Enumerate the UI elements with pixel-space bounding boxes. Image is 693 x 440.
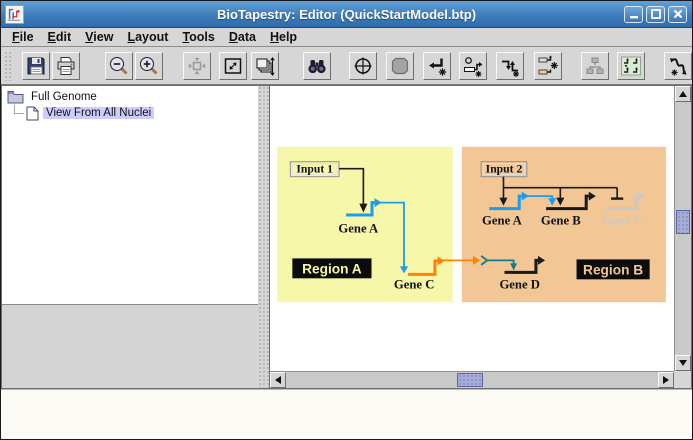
gene-d-region-b-label: Gene D bbox=[499, 277, 539, 291]
region-b-label-box[interactable]: Region B bbox=[576, 259, 650, 280]
main-content: Full Genome View From All Nuclei Input 1… bbox=[1, 85, 692, 389]
zoom-in-button[interactable] bbox=[135, 51, 163, 80]
tree-item-label[interactable]: Full Genome bbox=[28, 91, 100, 103]
add-node-button[interactable] bbox=[496, 51, 524, 80]
vertical-scroll-track[interactable] bbox=[675, 102, 691, 355]
region-a-label-box[interactable]: Region A bbox=[292, 258, 372, 279]
gene-c-region-a-label: Gene C bbox=[394, 277, 434, 291]
search-button[interactable] bbox=[303, 51, 331, 80]
network-diagram: Input 1 Gene A Gene C Gene D Input 2 Gen… bbox=[277, 146, 666, 303]
right-arrow-icon bbox=[663, 376, 669, 384]
close-button[interactable] bbox=[668, 5, 687, 23]
gene-b-region-b-label: Gene B bbox=[541, 214, 581, 228]
input-2-node[interactable]: Input 2 bbox=[480, 161, 528, 178]
app-window: BioTapestry: Editor (QuickStartModel.btp… bbox=[0, 0, 693, 440]
horizontal-scroll-track[interactable] bbox=[286, 372, 658, 388]
minimize-icon bbox=[629, 16, 638, 19]
document-icon bbox=[26, 106, 39, 120]
model-tree-panel: Full Genome View From All Nuclei bbox=[1, 85, 258, 389]
vertical-scrollbar[interactable] bbox=[674, 86, 691, 371]
search-icon bbox=[308, 59, 326, 73]
tree-elbow-line bbox=[14, 105, 24, 114]
zoom-in-icon bbox=[140, 56, 158, 75]
minimize-button[interactable] bbox=[624, 5, 643, 23]
vertical-scroll-thumb[interactable] bbox=[676, 210, 690, 234]
title-bar[interactable]: BioTapestry: Editor (QuickStartModel.btp… bbox=[1, 1, 692, 28]
cancel-add-icon bbox=[391, 57, 409, 74]
menu-data[interactable]: Data bbox=[222, 29, 263, 45]
print-icon bbox=[57, 56, 75, 75]
left-arrow-icon bbox=[275, 376, 281, 384]
gene-c-region-b-label: Gene C bbox=[602, 214, 642, 228]
tree-item-label[interactable]: View From All Nuclei bbox=[43, 107, 155, 119]
down-arrow-icon bbox=[679, 360, 687, 366]
model-hierarchy-button bbox=[581, 51, 609, 80]
menu-view[interactable]: View bbox=[78, 29, 120, 45]
folder-icon bbox=[7, 91, 24, 104]
menu-edit[interactable]: Edit bbox=[41, 29, 79, 45]
save-icon bbox=[27, 57, 45, 74]
add-gene-icon bbox=[464, 56, 483, 77]
model-hierarchy-icon bbox=[586, 57, 604, 74]
zoom-to-all-models-button[interactable] bbox=[251, 51, 279, 80]
save-button[interactable] bbox=[22, 51, 50, 80]
sync-layout-button[interactable] bbox=[617, 51, 645, 80]
add-region-icon bbox=[538, 54, 558, 74]
menu-layout[interactable]: Layout bbox=[120, 29, 175, 45]
scroll-right-button[interactable] bbox=[658, 372, 674, 388]
draw-link-icon bbox=[670, 57, 687, 75]
menu-tools[interactable]: Tools bbox=[175, 29, 221, 45]
zoom-out-icon bbox=[110, 56, 128, 75]
center-on-icon bbox=[354, 57, 372, 74]
menu-bar: File Edit View Layout Tools Data Help bbox=[1, 28, 692, 47]
toolbar bbox=[1, 47, 692, 85]
model-tree: Full Genome View From All Nuclei bbox=[2, 86, 258, 305]
region-b-label: Region B bbox=[583, 262, 643, 277]
menu-help[interactable]: Help bbox=[263, 29, 304, 45]
scroll-down-button[interactable] bbox=[675, 355, 691, 371]
add-link-button[interactable] bbox=[423, 51, 451, 80]
status-area bbox=[1, 389, 692, 439]
maximize-icon bbox=[650, 9, 661, 19]
zoom-out-button[interactable] bbox=[105, 51, 133, 80]
add-gene-button[interactable] bbox=[459, 51, 487, 80]
network-canvas[interactable]: Input 1 Gene A Gene C Gene D Input 2 Gen… bbox=[270, 86, 674, 371]
zoom-to-selected-button bbox=[183, 51, 211, 80]
menu-file[interactable]: File bbox=[5, 29, 41, 45]
cancel-add-button bbox=[386, 51, 414, 80]
close-icon bbox=[673, 9, 682, 19]
print-button[interactable] bbox=[52, 51, 80, 80]
gene-a-region-a-label: Gene A bbox=[338, 222, 378, 236]
input-1-label: Input 1 bbox=[296, 163, 333, 176]
scrollbar-corner bbox=[674, 371, 691, 388]
network-canvas-panel: Input 1 Gene A Gene C Gene D Input 2 Gen… bbox=[269, 85, 692, 389]
sync-layout-icon bbox=[621, 56, 641, 75]
horizontal-scrollbar[interactable] bbox=[270, 371, 674, 388]
add-link-icon bbox=[429, 58, 447, 76]
tree-item-view-from-all-nuclei[interactable]: View From All Nuclei bbox=[7, 105, 258, 121]
toolbar-drag-handle[interactable] bbox=[4, 50, 11, 81]
input-1-node[interactable]: Input 1 bbox=[289, 161, 340, 178]
input-2-label: Input 2 bbox=[486, 163, 523, 176]
tree-panel-empty-area bbox=[2, 305, 258, 388]
zoom-to-all-models-icon bbox=[256, 56, 275, 76]
center-on-button[interactable] bbox=[349, 51, 377, 80]
window-title: BioTapestry: Editor (QuickStartModel.btp… bbox=[216, 6, 477, 22]
app-icon bbox=[5, 4, 24, 24]
maximize-button[interactable] bbox=[646, 5, 665, 23]
scroll-up-button[interactable] bbox=[675, 86, 691, 102]
zoom-to-model-icon bbox=[224, 57, 242, 74]
split-pane-divider[interactable] bbox=[258, 85, 269, 389]
draw-link-button[interactable] bbox=[664, 51, 692, 80]
zoom-to-selected-icon bbox=[188, 57, 206, 74]
region-a-label: Region A bbox=[302, 261, 362, 276]
horizontal-scroll-thumb[interactable] bbox=[457, 373, 483, 387]
gene-a-region-b-label: Gene A bbox=[482, 214, 522, 228]
add-region-button[interactable] bbox=[534, 51, 562, 80]
tree-item-full-genome[interactable]: Full Genome bbox=[7, 89, 258, 105]
add-node-icon bbox=[502, 60, 519, 77]
scroll-left-button[interactable] bbox=[270, 372, 286, 388]
zoom-to-model-button[interactable] bbox=[219, 51, 247, 80]
up-arrow-icon bbox=[679, 91, 687, 97]
